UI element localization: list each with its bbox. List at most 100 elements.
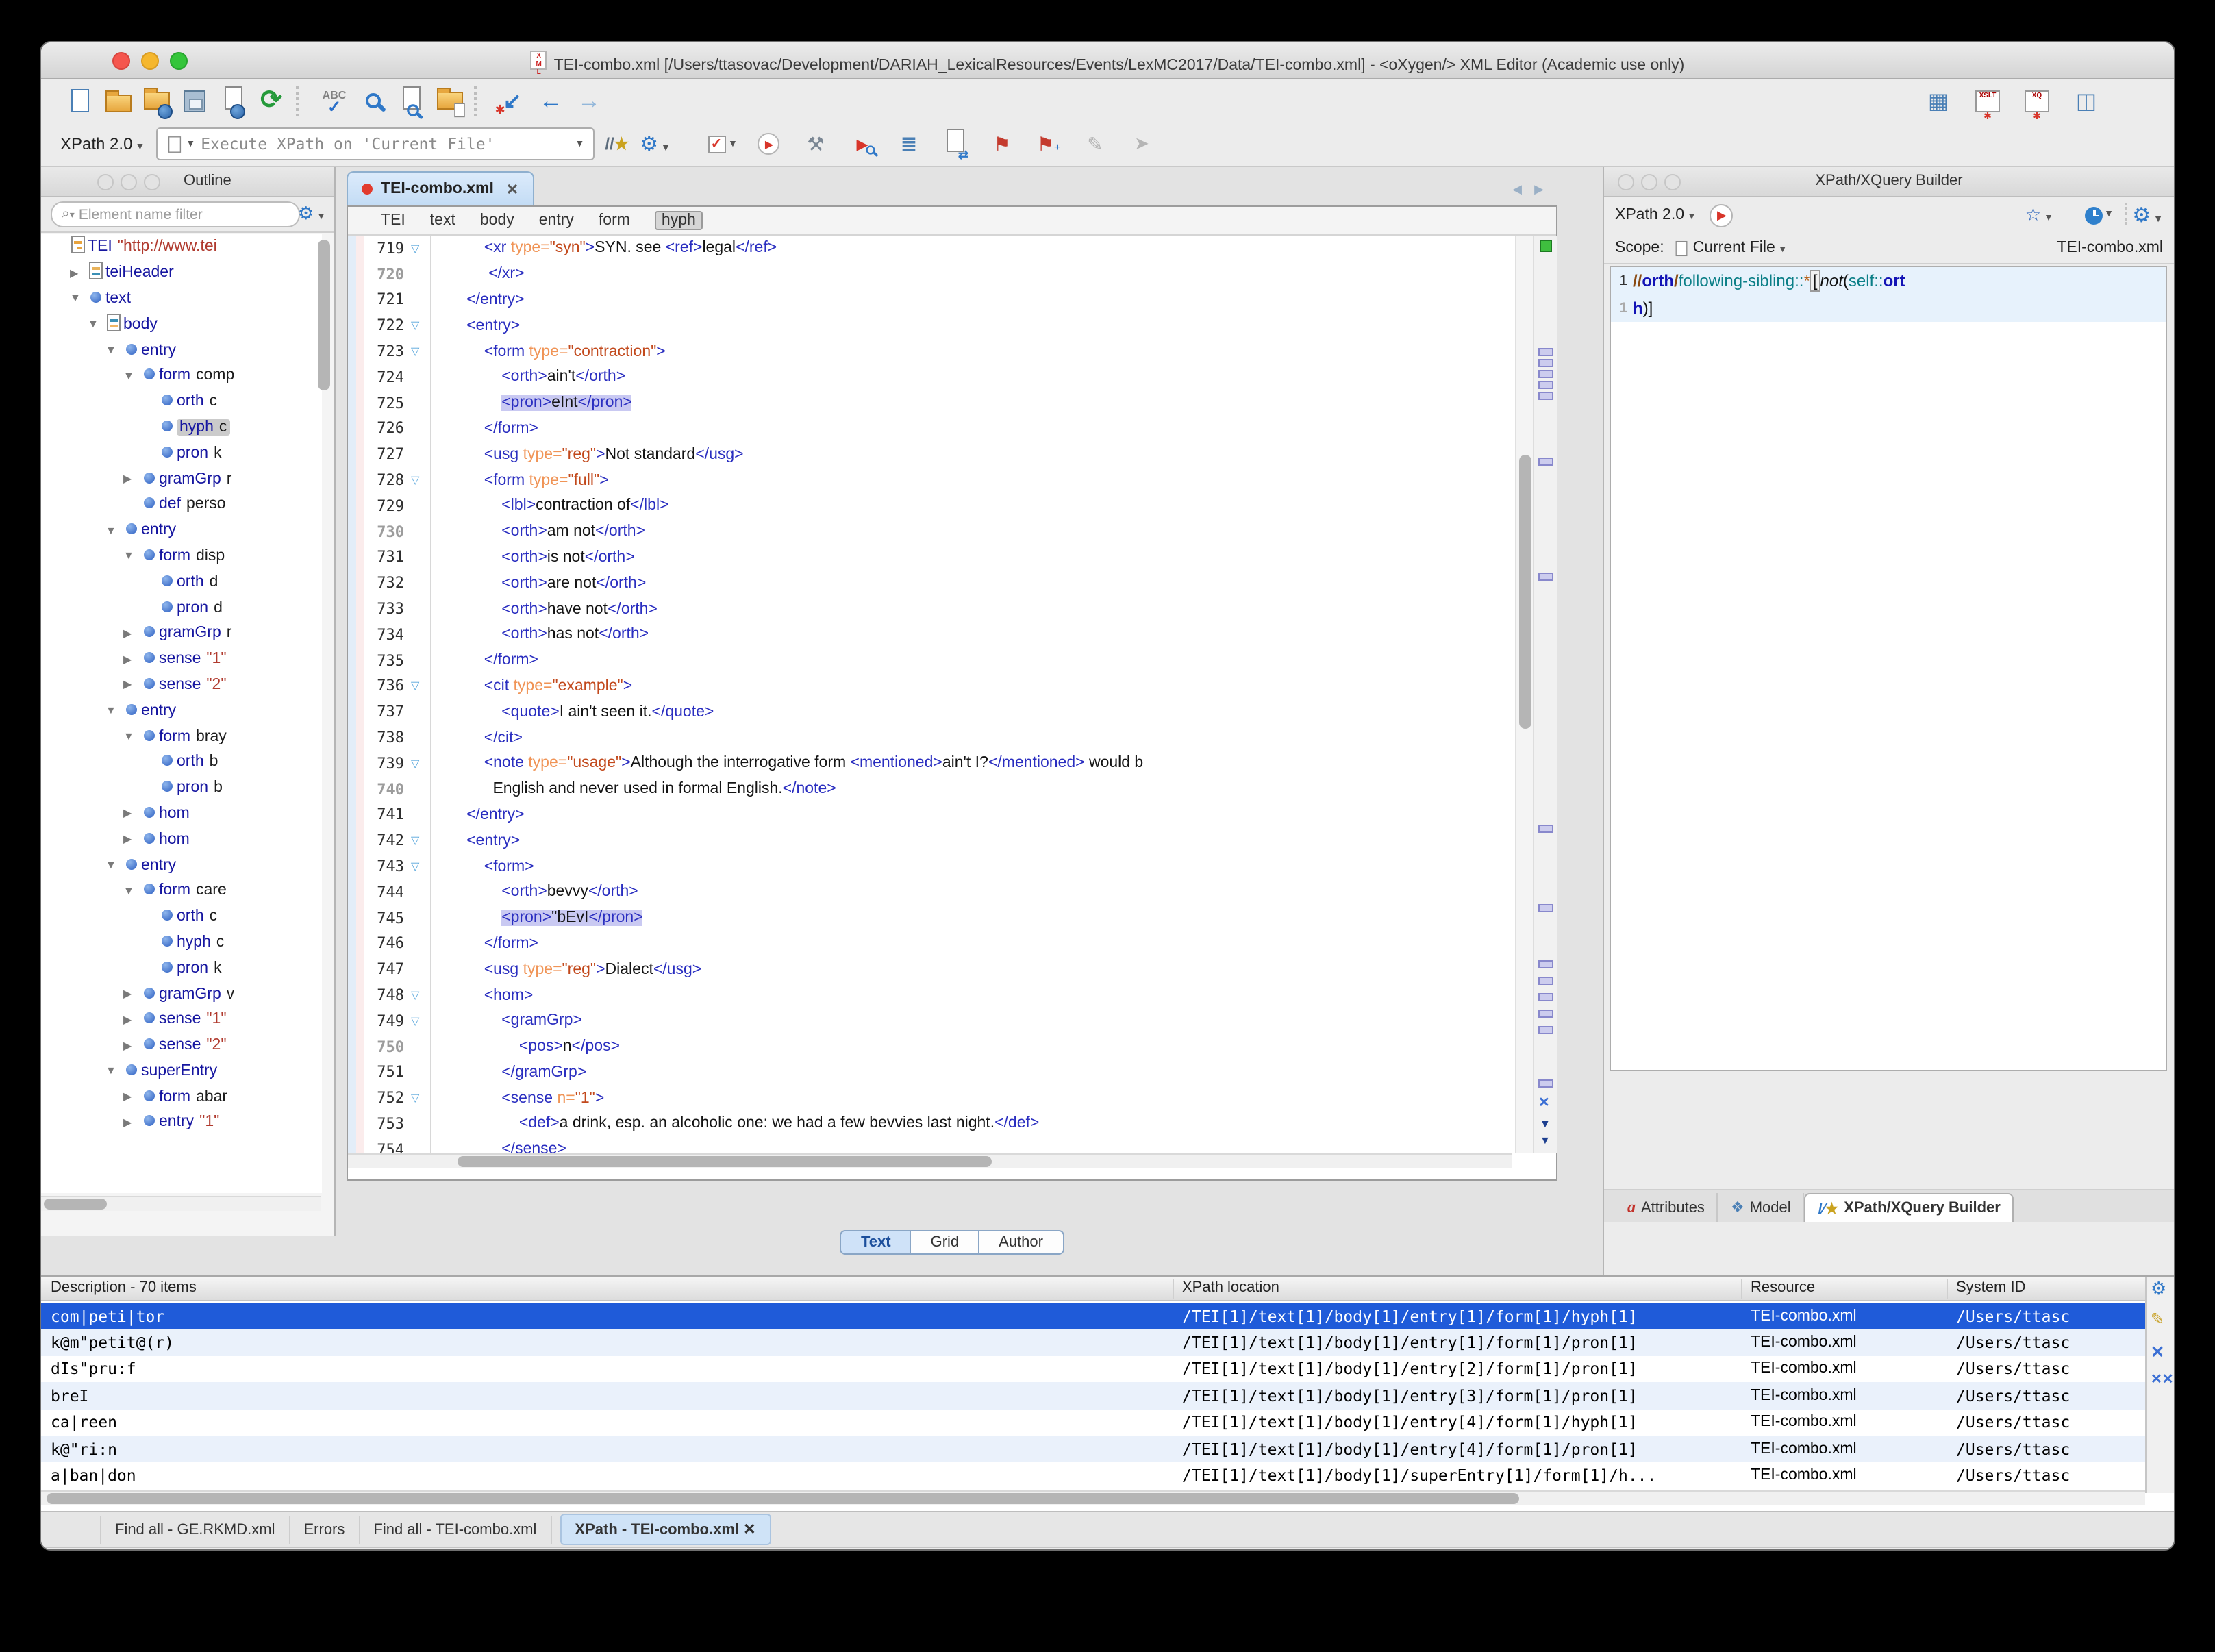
outline-item-form[interactable]: ▼formbray bbox=[41, 723, 322, 749]
expander-icon[interactable]: ▶ bbox=[123, 1090, 138, 1103]
view-tab-find-all-ge-rkmd-xml[interactable]: Find all - GE.RKMD.xml bbox=[100, 1516, 290, 1543]
outline-item-entry[interactable]: ▼entry bbox=[41, 337, 322, 363]
xpath-version-dropdown[interactable]: XPath 2.0▼ bbox=[60, 134, 145, 153]
panel-dot-icon[interactable] bbox=[144, 174, 160, 190]
outline-item-sense[interactable]: ▶sense"2" bbox=[41, 672, 322, 698]
outline-item-teiHeader[interactable]: ▶teiHeader bbox=[41, 260, 322, 286]
expander-icon[interactable]: ▼ bbox=[88, 318, 103, 331]
outline-item-form[interactable]: ▼formdisp bbox=[41, 543, 322, 569]
outline-item-orth[interactable]: orthd bbox=[41, 569, 322, 595]
column-system-id[interactable]: System ID bbox=[1947, 1279, 2111, 1299]
outline-item-orth[interactable]: orthc bbox=[41, 903, 322, 929]
outline-item-hom[interactable]: ▶hom bbox=[41, 827, 322, 853]
format-indent-icon[interactable]: ≣ bbox=[890, 126, 928, 162]
code-line-722[interactable]: 722▽ <entry> bbox=[348, 313, 1515, 339]
code-line-724[interactable]: 724 <orth>ain't</orth> bbox=[348, 364, 1515, 390]
history-clock-icon[interactable] bbox=[2085, 206, 2103, 224]
remove-all-results-icon[interactable]: ✕✕ bbox=[2151, 1373, 2174, 1388]
close-tab-icon[interactable]: ✕ bbox=[506, 180, 518, 198]
code-line-754[interactable]: 754 </sense> bbox=[348, 1137, 1515, 1153]
close-tab-icon[interactable]: ✕ bbox=[739, 1522, 756, 1538]
expander-icon[interactable]: ▶ bbox=[123, 808, 138, 820]
breadcrumb-item-hyph[interactable]: hyph bbox=[655, 211, 703, 230]
occurrence-marker[interactable] bbox=[1538, 993, 1553, 1001]
code-line-740[interactable]: 740 English and never used in formal Eng… bbox=[348, 776, 1515, 802]
expander-icon[interactable]: ▶ bbox=[123, 1014, 138, 1026]
code-line-719[interactable]: 719▽ <xr type="syn">SYN. see <ref>legal<… bbox=[348, 236, 1515, 262]
builder-header[interactable]: XPath/XQuery Builder bbox=[1604, 167, 2174, 197]
occurrence-marker[interactable] bbox=[1538, 381, 1553, 389]
builder-tab-attributes[interactable]: aAttributes bbox=[1615, 1193, 1718, 1222]
pin-red-icon[interactable]: ⚑ bbox=[983, 126, 1021, 162]
find-replace-in-files-icon[interactable] bbox=[430, 83, 468, 118]
execute-xpath-button[interactable]: ▶ bbox=[1710, 203, 1734, 227]
result-row[interactable]: a|ban|don/TEI[1]/text[1]/body[1]/superEn… bbox=[41, 1462, 2145, 1489]
tab-scroll-right-icon[interactable]: ▶ bbox=[1534, 182, 1544, 197]
expander-icon[interactable]: ▼ bbox=[123, 730, 138, 742]
editor-tab-tei-combo[interactable]: TEI-combo.xml ✕ bbox=[347, 171, 534, 205]
debug-icon[interactable]: ▶ bbox=[843, 126, 881, 162]
code-line-752[interactable]: 752▽ <sense n="1"> bbox=[348, 1086, 1515, 1112]
outline-item-sense[interactable]: ▶sense"1" bbox=[41, 647, 322, 673]
fold-marker-icon[interactable]: ▽ bbox=[411, 320, 430, 332]
outline-item-form[interactable]: ▼formcomp bbox=[41, 363, 322, 389]
expander-icon[interactable]: ▶ bbox=[123, 1116, 138, 1129]
go-to-last-edit-icon[interactable]: ↙✱ bbox=[493, 83, 531, 118]
code-line-732[interactable]: 732 <orth>are not</orth> bbox=[348, 571, 1515, 597]
expander-icon[interactable]: ▼ bbox=[105, 344, 121, 356]
remove-result-icon[interactable]: ✕ bbox=[2151, 1342, 2164, 1362]
breadcrumb-item-form[interactable]: form bbox=[599, 212, 630, 229]
occurrence-marker[interactable] bbox=[1538, 573, 1553, 581]
outline-item-pron[interactable]: pronb bbox=[41, 775, 322, 801]
code-line-741[interactable]: 741 </entry> bbox=[348, 802, 1515, 828]
code-line-750[interactable]: 750 <pos>n</pos> bbox=[348, 1034, 1515, 1060]
outline-horizontal-scrollbar[interactable] bbox=[44, 1199, 107, 1210]
new-document-icon[interactable] bbox=[60, 83, 99, 118]
next-marker-icon[interactable]: ▼ bbox=[1540, 1118, 1551, 1130]
code-line-733[interactable]: 733 <orth>have not</orth> bbox=[348, 596, 1515, 622]
fold-marker-icon[interactable]: ▽ bbox=[411, 680, 430, 692]
occurrence-marker[interactable] bbox=[1538, 370, 1553, 378]
select-arrow-disabled-icon[interactable]: ➤ bbox=[1123, 126, 1161, 162]
expander-icon[interactable]: ▼ bbox=[123, 885, 138, 897]
chevron-down-icon[interactable]: ▼ bbox=[2104, 210, 2114, 219]
builder-engine-dropdown[interactable]: XPath 2.0▼ bbox=[1615, 207, 1697, 223]
result-row[interactable]: k@m"petit@(r)/TEI[1]/text[1]/body[1]/ent… bbox=[41, 1329, 2145, 1356]
split-editor-icon[interactable]: ◫ bbox=[2067, 83, 2105, 118]
code-line-735[interactable]: 735 </form> bbox=[348, 648, 1515, 674]
chevron-down-icon[interactable]: ▼ bbox=[575, 139, 584, 149]
result-row[interactable]: k@"ri:n/TEI[1]/text[1]/body[1]/entry[4]/… bbox=[41, 1436, 2145, 1462]
occurrence-marker[interactable] bbox=[1538, 977, 1553, 985]
expression-row-2[interactable]: 1h)] bbox=[1611, 295, 2166, 322]
run-icon[interactable]: ▶ bbox=[750, 126, 788, 162]
expander-icon[interactable]: ▶ bbox=[123, 679, 138, 691]
outline-item-entry[interactable]: ▼entry bbox=[41, 852, 322, 878]
save-icon[interactable] bbox=[175, 83, 214, 118]
mode-text[interactable]: Text bbox=[840, 1230, 912, 1255]
favorites-star-icon[interactable]: ☆▼ bbox=[2025, 204, 2053, 226]
outline-item-form[interactable]: ▼formcare bbox=[41, 878, 322, 904]
code-line-736[interactable]: 736▽ <cit type="example"> bbox=[348, 673, 1515, 699]
occurrence-marker[interactable] bbox=[1538, 904, 1553, 912]
outline-vertical-scrollbar[interactable] bbox=[318, 240, 330, 390]
fold-marker-icon[interactable]: ▽ bbox=[411, 242, 430, 255]
outline-item-entry[interactable]: ▼entry bbox=[41, 518, 322, 544]
view-tab-find-all-tei-combo-xml[interactable]: Find all - TEI-combo.xml bbox=[360, 1516, 551, 1543]
code-line-737[interactable]: 737 <quote>I ain't seen it.</quote> bbox=[348, 699, 1515, 725]
editor-horizontal-scrollbar[interactable] bbox=[458, 1156, 992, 1167]
code-line-739[interactable]: 739▽ <note type="usage">Although the int… bbox=[348, 751, 1515, 777]
breadcrumb-item-entry[interactable]: entry bbox=[539, 212, 574, 229]
results-horizontal-scrollbar[interactable] bbox=[47, 1493, 1519, 1504]
code-line-721[interactable]: 721 </entry> bbox=[348, 287, 1515, 313]
occurrence-marker[interactable] bbox=[1538, 960, 1553, 968]
panel-dot-icon[interactable] bbox=[97, 174, 114, 190]
fold-marker-icon[interactable]: ▽ bbox=[411, 860, 430, 873]
save-url-icon[interactable] bbox=[214, 83, 252, 118]
debug-xquery-icon[interactable]: XQ✱ bbox=[2018, 83, 2056, 118]
expander-icon[interactable]: ▶ bbox=[123, 1039, 138, 1051]
outline-item-pron[interactable]: pronk bbox=[41, 955, 322, 981]
outline-header[interactable]: Outline bbox=[41, 167, 334, 197]
occurrence-marker[interactable] bbox=[1538, 348, 1553, 356]
outline-item-body[interactable]: ▼body bbox=[41, 312, 322, 338]
outline-item-superEntry[interactable]: ▼superEntry bbox=[41, 1058, 322, 1084]
